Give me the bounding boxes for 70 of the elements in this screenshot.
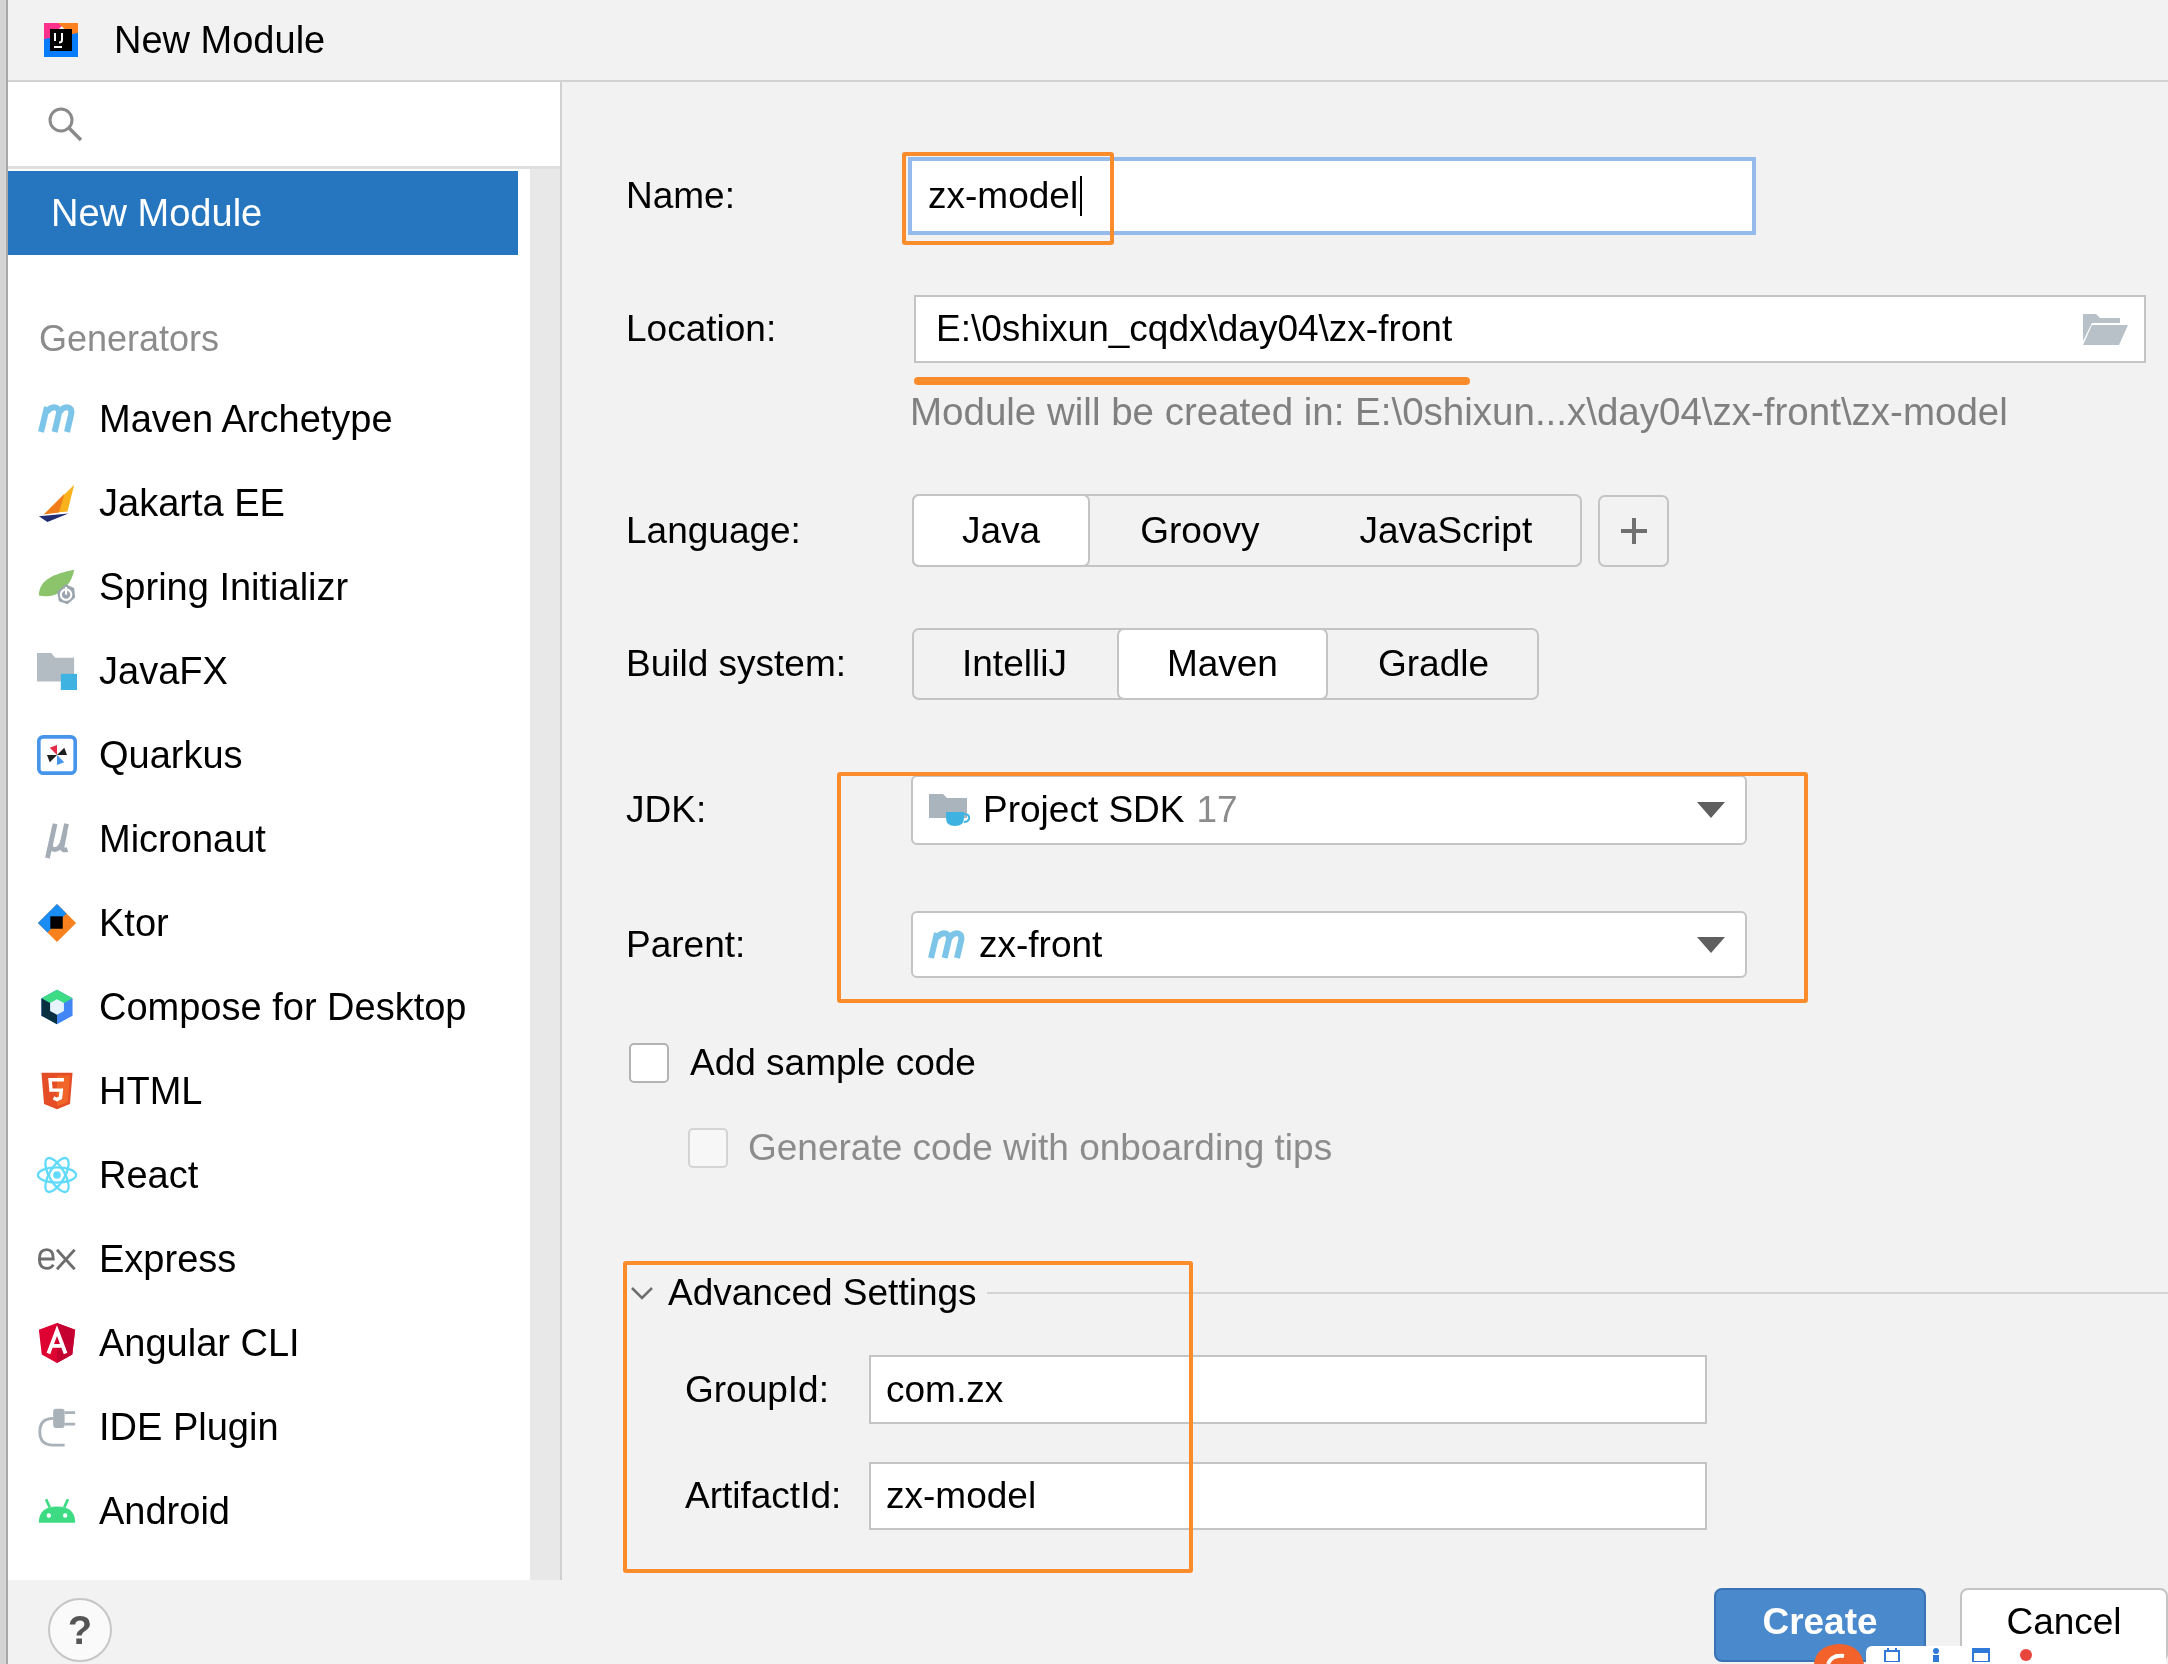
pinwheel-icon xyxy=(37,735,77,775)
search-icon xyxy=(47,106,83,142)
name-field[interactable]: zx-model xyxy=(908,157,1756,235)
field-label: JDK: xyxy=(626,789,708,831)
field-label: Build system: xyxy=(626,643,847,685)
generator-item[interactable]: JavaFX xyxy=(8,629,530,713)
checkbox-label[interactable]: Add sample code xyxy=(690,1042,976,1084)
field-label: Parent: xyxy=(626,923,747,966)
generator-item[interactable]: Quarkus xyxy=(8,713,530,797)
dropdown-arrow-icon xyxy=(1697,936,1725,953)
hint-text: Module will be created in: E:\0shixun...x\day04\zx-front\zx-model xyxy=(910,389,2008,435)
segment-tab[interactable]: Gradle xyxy=(1327,628,1539,700)
segment-tab[interactable]: IntelliJ xyxy=(912,628,1117,700)
diamond-icon xyxy=(36,902,78,944)
generator-item[interactable]: Android xyxy=(8,1469,530,1553)
text-field[interactable]: zx-model xyxy=(869,1462,1707,1530)
folder-cup-icon xyxy=(929,792,971,828)
text-field[interactable]: com.zx xyxy=(869,1355,1707,1424)
window-title: New Module xyxy=(114,18,326,62)
generator-item[interactable]: IDE Plugin xyxy=(8,1385,530,1469)
plus-icon xyxy=(1620,517,1647,544)
field-label: Location: xyxy=(626,308,778,350)
segmented-control[interactable]: IntelliJ Maven Gradle xyxy=(912,628,1539,700)
section-header: Generators xyxy=(38,317,221,361)
checkbox[interactable] xyxy=(629,1043,669,1083)
robot-head-icon xyxy=(37,1498,77,1524)
generator-item[interactable]: React xyxy=(8,1133,530,1217)
generator-item[interactable]: HTML xyxy=(8,1049,530,1133)
ex-logo-icon xyxy=(36,1246,78,1272)
scrollbar-track[interactable] xyxy=(530,169,560,1580)
app-logo-icon xyxy=(44,23,78,57)
field-label: GroupId: xyxy=(685,1368,830,1411)
add-button[interactable] xyxy=(1598,494,1670,567)
dropdown-arrow-icon xyxy=(1697,802,1725,818)
hexagon-icon xyxy=(38,987,76,1027)
advanced-settings-toggle[interactable]: Advanced Settings xyxy=(630,1268,977,1318)
generator-item[interactable]: Maven Archetype xyxy=(8,377,530,461)
person-icon[interactable] xyxy=(1930,1648,1942,1662)
generator-item[interactable]: Angular CLI xyxy=(8,1301,530,1385)
text-cursor-icon xyxy=(1080,176,1083,216)
generator-item[interactable]: Micronaut xyxy=(8,797,530,881)
jdk-dropdown[interactable]: Project SDK 17 xyxy=(911,775,1747,845)
generator-item[interactable]: Express xyxy=(8,1217,530,1301)
chevron-down-icon xyxy=(630,1286,654,1300)
dot-icon xyxy=(2020,1649,2032,1661)
segmented-control[interactable]: Java Groovy JavaScript xyxy=(912,494,1583,567)
atom-icon xyxy=(34,1154,80,1196)
generator-item[interactable]: Compose for Desktop xyxy=(8,965,530,1049)
field-label: Name: xyxy=(626,175,736,217)
create-button[interactable]: Create xyxy=(1714,1588,1926,1662)
calendar-icon[interactable] xyxy=(1884,1648,1900,1662)
segment-tab[interactable]: Maven xyxy=(1116,628,1328,700)
field-label: Language: xyxy=(626,509,802,552)
generator-item[interactable]: Jakarta EE xyxy=(8,461,530,545)
segment-tab[interactable]: Groovy xyxy=(1090,494,1310,567)
version-label: 17 xyxy=(1196,789,1238,831)
parent-dropdown[interactable]: zx-front xyxy=(911,911,1747,978)
plug-icon xyxy=(36,1406,78,1448)
folder-square-icon xyxy=(36,651,78,691)
location-field[interactable]: E:\0shixun_cqdx\day04\zx-front xyxy=(914,295,2146,363)
generator-item[interactable]: Ktor xyxy=(8,881,530,965)
segment-tab[interactable]: Java xyxy=(912,494,1091,567)
folder-icon[interactable] xyxy=(2082,312,2128,346)
a-shield-icon xyxy=(36,1321,78,1365)
field-label: ArtifactId: xyxy=(685,1475,843,1517)
generator-item[interactable]: Spring Initializr xyxy=(8,545,530,629)
sidebar-item[interactable]: New Module xyxy=(8,171,518,255)
window-icon[interactable] xyxy=(1972,1648,1990,1662)
segment-tab[interactable]: JavaScript xyxy=(1309,494,1583,567)
help-button[interactable]: ? xyxy=(48,1598,112,1662)
